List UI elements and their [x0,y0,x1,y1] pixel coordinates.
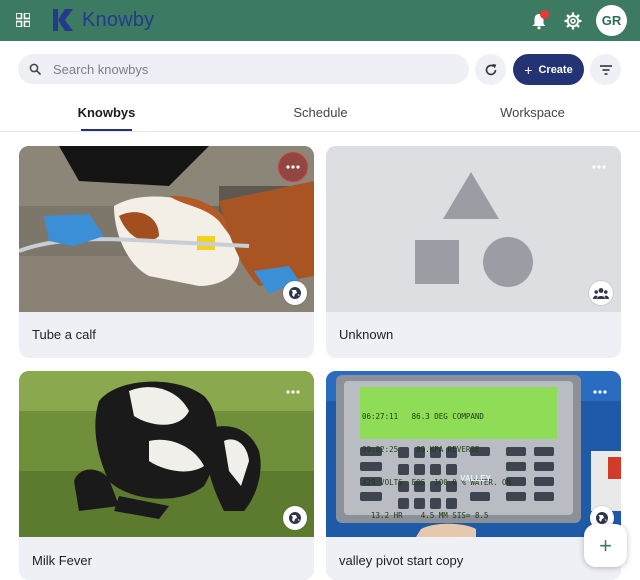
card-thumbnail: 06:27:11 86.3 DEG COMPAND 09:02:25 89.KP… [326,371,621,537]
app-name: Knowby [82,8,155,31]
gear-icon[interactable] [564,12,582,30]
visibility-badge [589,281,613,305]
globe-icon [289,512,301,524]
panel-line: 09:02:25 89.KPA REVERSE [362,445,480,454]
add-knowby-button[interactable]: + [584,524,627,567]
card-menu-button[interactable] [584,152,614,182]
card-menu-button[interactable] [585,377,615,407]
tab-knowbys[interactable]: Knowbys [56,92,157,132]
card-thumbnail [19,371,314,537]
create-label: Create [538,63,573,76]
knowby-card[interactable]: 06:27:11 86.3 DEG COMPAND 09:02:25 89.KP… [326,371,621,580]
card-title: Milk Fever [32,553,92,568]
plus-icon: + [599,532,612,558]
panel-brand: VALLEY [460,474,491,483]
create-button[interactable]: + Create [513,54,584,85]
apps-grid-icon[interactable] [16,13,30,27]
card-thumbnail [326,146,621,312]
more-horizontal-icon [286,390,300,394]
card-menu-button[interactable] [278,152,308,182]
knowby-logo-icon [53,9,73,31]
user-avatar[interactable]: GR [596,5,627,36]
refresh-icon [485,63,496,75]
globe-icon [596,512,608,524]
panel-display: 06:27:11 86.3 DEG COMPAND 09:02:25 89.KP… [362,389,555,537]
group-icon [593,288,609,299]
card-menu-button[interactable] [278,377,308,407]
card-title: Unknown [339,327,394,342]
knowby-card[interactable]: Unknown [326,146,621,358]
visibility-badge [283,506,307,530]
tab-bar: Knowbys Schedule Workspace [0,92,640,132]
tab-workspace[interactable]: Workspace [482,92,583,132]
placeholder-shapes-icon [326,146,621,312]
knowby-card[interactable]: Tube a calf [19,146,314,358]
card-title: valley pivot start copy [339,553,464,568]
panel-line: 06:27:11 86.3 DEG COMPAND [362,412,484,421]
panel-line: 429 VOLTS EOS 100.0 % WATER. ON [362,478,512,487]
more-horizontal-icon [593,390,607,394]
plus-icon: + [524,61,533,78]
more-horizontal-icon [592,165,606,169]
filter-icon [599,64,612,75]
cow-lying-photo [19,371,314,537]
card-thumbnail [19,146,314,312]
more-horizontal-icon [286,165,300,169]
globe-icon [289,287,301,299]
app-logo[interactable]: Knowby [52,8,154,32]
visibility-badge [283,281,307,305]
search-input[interactable] [53,61,433,77]
calf-tubing-photo [19,146,314,312]
panel-line: 13.2 HR 4.5 MM SIS= 8.5 [362,511,489,520]
active-tab-indicator [81,129,132,131]
search-icon [29,63,41,75]
card-title: Tube a calf [32,327,96,342]
refresh-button[interactable] [475,54,506,85]
notification-dot [540,10,549,19]
knowby-card[interactable]: Milk Fever [19,371,314,580]
tab-schedule[interactable]: Schedule [270,92,371,132]
search-bar[interactable] [18,54,469,84]
filter-button[interactable] [590,54,621,85]
